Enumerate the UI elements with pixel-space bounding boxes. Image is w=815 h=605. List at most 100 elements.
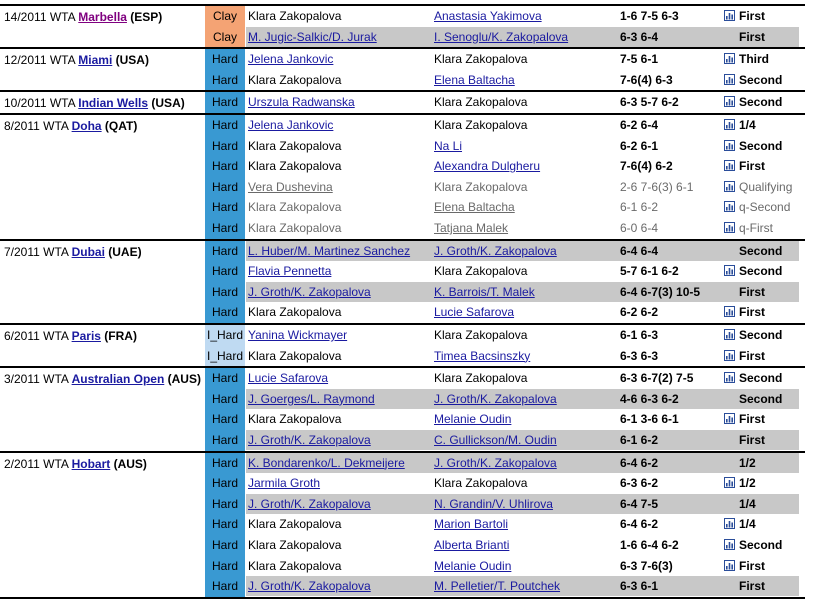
match-row: Hard J. Groth/K. Zakopalova C. Gullickson/… xyxy=(0,430,805,452)
player-name: Klara Zakopalova xyxy=(248,558,342,573)
h2h-bar-chart-icon[interactable] xyxy=(724,306,735,318)
round-label: First xyxy=(739,29,766,44)
player-name[interactable]: Flavia Pennetta xyxy=(248,261,430,281)
opponent-name[interactable]: K. Barrois/T. Malek xyxy=(434,282,616,302)
opponent-name: Klara Zakopalova xyxy=(434,52,528,67)
h2h-bar-chart-icon[interactable] xyxy=(724,265,735,277)
round-label: Second xyxy=(739,371,783,386)
round-label: Third xyxy=(739,52,769,67)
round-label: 1/4 xyxy=(739,496,756,511)
match-row: Hard Klara Zakopalova Marion Bartoli 6-4 6-… xyxy=(0,514,805,536)
opponent-name[interactable]: Melanie Oudin xyxy=(434,409,616,429)
round-label: Second xyxy=(739,138,783,153)
player-name[interactable]: Urszula Radwanska xyxy=(248,92,430,112)
match-score: 7-5 6-1 xyxy=(620,52,659,67)
player-name[interactable]: Yanina Wickmayer xyxy=(248,325,430,345)
opponent-name[interactable]: Alberta Brianti xyxy=(434,535,616,555)
opponent-name[interactable]: J. Groth/K. Zakopalova xyxy=(434,389,616,409)
player-name: Klara Zakopalova xyxy=(248,221,342,235)
player-name: Klara Zakopalova xyxy=(248,9,342,23)
player-name[interactable]: Lucie Safarova xyxy=(248,368,430,388)
match-score: 4-6 6-3 6-2 xyxy=(620,391,679,406)
h2h-bar-chart-icon[interactable] xyxy=(724,539,735,550)
h2h-bar-chart-icon[interactable] xyxy=(724,222,735,233)
player-name[interactable]: L. Huber/M. Martinez Sanchez xyxy=(248,241,430,261)
opponent-name[interactable]: Tatjana Malek xyxy=(434,218,616,238)
h2h-bar-chart-icon[interactable] xyxy=(724,329,735,340)
surface-badge: Hard xyxy=(205,281,245,303)
player-name[interactable]: Jarmila Groth xyxy=(248,473,430,493)
match-score: 6-2 6-2 xyxy=(620,305,659,320)
h2h-bar-chart-icon[interactable] xyxy=(724,139,735,151)
player-name[interactable]: J. Groth/K. Zakopalova xyxy=(248,430,430,450)
surface-badge: Hard xyxy=(205,368,245,390)
player-name: Klara Zakopalova xyxy=(248,348,342,363)
match-score: 6-4 6-7(3) 10-5 xyxy=(620,284,701,299)
surface-badge: Hard xyxy=(205,156,245,178)
player-name: Klara Zakopalova xyxy=(248,159,342,174)
h2h-bar-chart-icon[interactable] xyxy=(724,119,735,130)
opponent-name[interactable]: Marion Bartoli xyxy=(434,514,616,534)
round-label: First xyxy=(739,9,766,23)
opponent-name[interactable]: I. Senoglu/K. Zakopalova xyxy=(434,27,616,47)
opponent-name[interactable]: Elena Baltacha xyxy=(434,70,616,90)
h2h-bar-chart-icon[interactable] xyxy=(724,10,735,21)
h2h-bar-chart-icon[interactable] xyxy=(724,180,735,192)
opponent-name[interactable]: Alexandra Dulgheru xyxy=(434,156,616,176)
h2h-bar-chart-icon[interactable] xyxy=(724,372,735,384)
match-score: 6-1 6-3 xyxy=(620,328,659,342)
player-name: Klara Zakopalova xyxy=(248,72,342,87)
opponent-name[interactable]: Anastasia Yakimova xyxy=(434,6,616,26)
match-score: 6-3 6-4 xyxy=(620,29,659,44)
opponent-name[interactable]: Melanie Oudin xyxy=(434,556,616,576)
player-name[interactable]: J. Goerges/L. Raymond xyxy=(248,389,430,409)
opponent-name[interactable]: J. Groth/K. Zakopalova xyxy=(434,453,616,473)
h2h-bar-chart-icon[interactable] xyxy=(724,349,735,361)
player-name[interactable]: M. Jugic-Salkic/D. Jurak xyxy=(248,27,430,47)
player-name: Klara Zakopalova xyxy=(248,538,342,552)
opponent-name[interactable]: Timea Bacsinszky xyxy=(434,346,616,366)
surface-badge: Hard xyxy=(205,115,245,137)
match-row: Hard Klara Zakopalova Elena Baltacha 6-1 6-… xyxy=(0,197,805,219)
match-row: Hard Klara Zakopalova Lucie Safarova 6-2 6-… xyxy=(0,302,805,324)
opponent-name[interactable]: J. Groth/K. Zakopalova xyxy=(434,241,616,261)
h2h-bar-chart-icon[interactable] xyxy=(724,73,735,85)
surface-badge: Hard xyxy=(205,240,245,262)
h2h-bar-chart-icon[interactable] xyxy=(724,518,735,530)
opponent-name[interactable]: C. Gullickson/M. Oudin xyxy=(434,430,616,450)
h2h-bar-chart-icon[interactable] xyxy=(724,201,735,213)
match-score: 5-7 6-1 6-2 xyxy=(620,264,679,279)
opponent-name[interactable]: Elena Baltacha xyxy=(434,197,616,217)
section-divider xyxy=(0,596,805,599)
opponent-name: Klara Zakopalova xyxy=(434,95,528,110)
h2h-bar-chart-icon[interactable] xyxy=(724,53,735,65)
match-score: 6-3 6-7(2) 7-5 xyxy=(620,371,694,386)
match-row: Hard Lucie Safarova Klara Zakopalova 6-3 6-… xyxy=(0,368,805,390)
round-label: 1/2 xyxy=(739,455,756,470)
surface-badge: Hard xyxy=(205,493,245,515)
round-label: Second xyxy=(739,538,783,552)
surface-badge: Hard xyxy=(205,176,245,198)
player-name[interactable]: J. Groth/K. Zakopalova xyxy=(248,282,430,302)
match-row: Hard J. Groth/K. Zakopalova M. Pelletier/T… xyxy=(0,576,805,598)
h2h-bar-chart-icon[interactable] xyxy=(724,160,735,172)
match-score: 6-3 6-3 xyxy=(620,348,659,363)
player-name[interactable]: J. Groth/K. Zakopalova xyxy=(248,494,430,514)
player-name[interactable]: K. Bondarenko/L. Dekmeijere xyxy=(248,453,430,473)
match-score: 1-6 7-5 6-3 xyxy=(620,9,679,23)
opponent-name[interactable]: M. Pelletier/T. Poutchek xyxy=(434,576,616,596)
h2h-bar-chart-icon[interactable] xyxy=(724,477,735,489)
h2h-bar-chart-icon[interactable] xyxy=(724,96,735,108)
round-label: Second xyxy=(739,95,783,110)
player-name[interactable]: Vera Dushevina xyxy=(248,177,430,197)
opponent-name[interactable]: N. Grandin/V. Uhlirova xyxy=(434,494,616,514)
h2h-bar-chart-icon[interactable] xyxy=(724,413,735,425)
match-row: Hard Klara Zakopalova Elena Baltacha 7-6(4)… xyxy=(0,69,805,91)
player-name[interactable]: Jelena Jankovic xyxy=(248,49,430,69)
player-name[interactable]: Jelena Jankovic xyxy=(248,115,430,135)
round-label: Second xyxy=(739,264,783,279)
opponent-name[interactable]: Na Li xyxy=(434,136,616,156)
player-name[interactable]: J. Groth/K. Zakopalova xyxy=(248,576,430,596)
h2h-bar-chart-icon[interactable] xyxy=(724,559,735,571)
opponent-name[interactable]: Lucie Safarova xyxy=(434,302,616,322)
